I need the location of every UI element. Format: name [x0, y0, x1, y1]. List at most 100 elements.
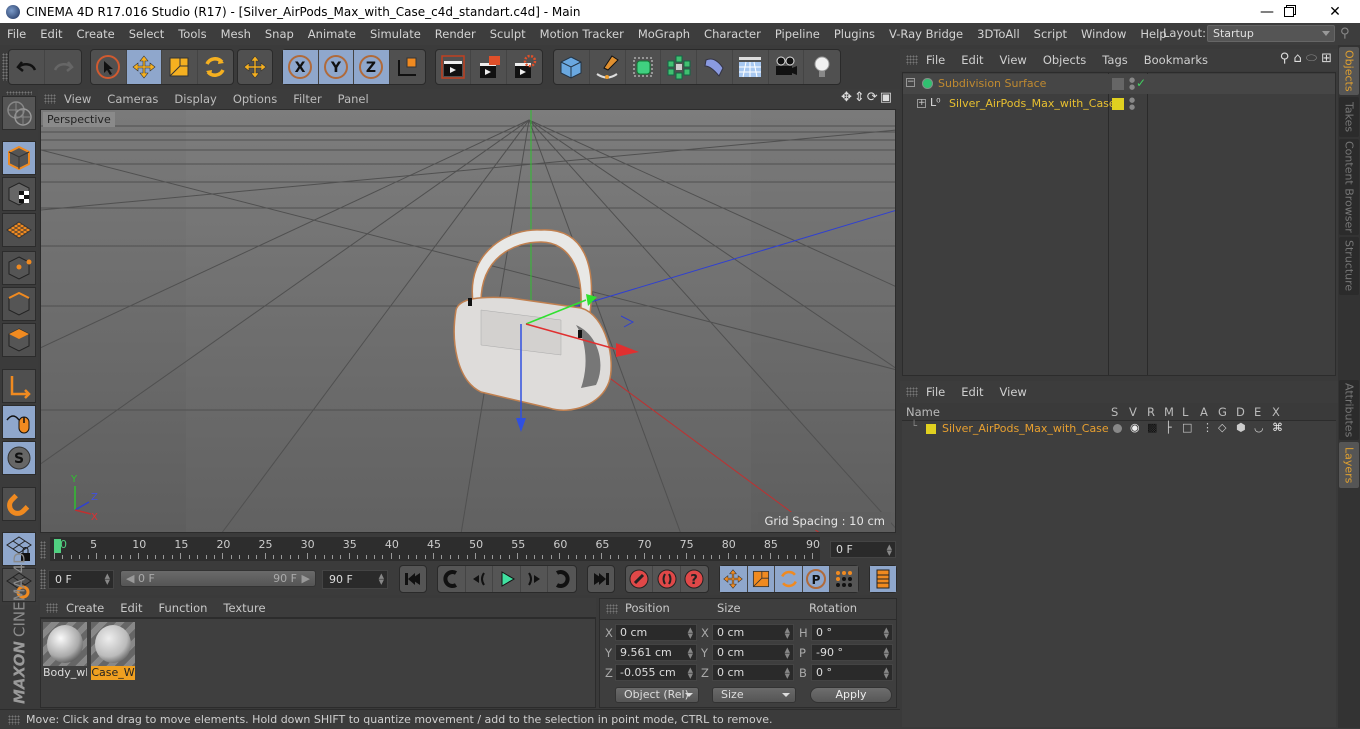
light-button[interactable] [804, 50, 840, 84]
material-menu-texture[interactable]: Texture [215, 601, 273, 615]
column-animation[interactable]: A [1200, 405, 1208, 419]
size-mode-dropdown[interactable]: Size [712, 687, 796, 703]
snapping-button[interactable] [2, 487, 36, 521]
spinner-icon[interactable]: ▲ ▼ [785, 647, 790, 660]
viewport-menu-panel[interactable]: Panel [330, 92, 377, 106]
apply-button[interactable]: Apply [810, 687, 892, 703]
column-name[interactable]: Name [906, 405, 940, 419]
tab-takes[interactable]: Takes [1339, 97, 1359, 137]
lm-menu-view[interactable]: View [992, 385, 1035, 399]
spinner-icon[interactable]: ▲ ▼ [688, 667, 693, 680]
search-icon[interactable]: ⚲ [1280, 51, 1290, 66]
om-menu-objects[interactable]: Objects [1035, 53, 1094, 67]
viewport-menu-display[interactable]: Display [166, 92, 224, 106]
menu-simulate[interactable]: Simulate [363, 27, 428, 41]
position-key-button[interactable] [720, 566, 748, 592]
menu-vray-bridge[interactable]: V-Ray Bridge [882, 27, 970, 41]
menu-character[interactable]: Character [697, 27, 768, 41]
layer-color-icon[interactable] [1112, 98, 1124, 110]
live-selection-button[interactable] [91, 50, 127, 84]
frame-range-slider[interactable]: ◀ 0 F 90 F ▶ [120, 570, 316, 587]
object-row[interactable]: − Subdivision Surface ● ● ✓ [903, 74, 1335, 94]
timeline-window-button[interactable] [870, 566, 896, 592]
polygons-mode-button[interactable] [2, 323, 36, 357]
expression-icon[interactable]: ◡ [1254, 421, 1264, 434]
spinner-icon[interactable]: ▲ ▼ [688, 647, 693, 660]
menu-plugins[interactable]: Plugins [827, 27, 882, 41]
new-window-icon[interactable]: ⊞ [1321, 51, 1332, 66]
spinner-icon[interactable]: ▲ ▼ [884, 627, 889, 640]
spinner-icon[interactable]: ▲ ▼ [887, 544, 892, 557]
viewport-menu-cameras[interactable]: Cameras [99, 92, 166, 106]
tab-layers[interactable]: Layers [1339, 442, 1359, 488]
menu-snap[interactable]: Snap [258, 27, 301, 41]
axis-mode-button[interactable] [2, 369, 36, 403]
menu-3dtoall[interactable]: 3DToAll [970, 27, 1027, 41]
toolbar-grip[interactable] [6, 91, 32, 95]
position-y-field[interactable]: 9.561 cm ▲ ▼ [615, 644, 697, 661]
range-right-arrow-icon[interactable]: ▶ [302, 571, 310, 586]
redo-button[interactable] [45, 50, 81, 84]
layer-color-swatch[interactable] [926, 424, 936, 434]
rotation-key-button[interactable] [775, 566, 803, 592]
material-swatch[interactable]: Body_wl [43, 622, 87, 680]
previous-key-button[interactable] [438, 566, 466, 592]
om-menu-bookmarks[interactable]: Bookmarks [1136, 53, 1216, 67]
keyframe-selection-button[interactable]: ? [681, 566, 708, 592]
spinner-icon[interactable]: ▲ ▼ [785, 667, 790, 680]
menu-pipeline[interactable]: Pipeline [768, 27, 827, 41]
record-button[interactable] [626, 566, 654, 592]
object-name[interactable]: Silver_AirPods_Max_with_Case [949, 94, 1116, 114]
menu-script[interactable]: Script [1027, 27, 1074, 41]
column-solo[interactable]: S [1111, 405, 1118, 419]
panel-grip[interactable] [8, 715, 20, 725]
tweak-mode-button[interactable] [2, 405, 36, 439]
timeline-ruler[interactable]: 0 5 10 15 20 25 30 35 40 45 50 55 60 65 70 75 80 85 90 [50, 537, 820, 561]
position-x-field[interactable]: 0 cm ▲ ▼ [615, 624, 697, 641]
make-editable-button[interactable] [2, 96, 36, 130]
workplane-mode-button[interactable] [2, 213, 36, 247]
spinner-icon[interactable]: ▲ ▼ [884, 647, 889, 660]
unlock-icon[interactable]: □ [1182, 421, 1192, 434]
start-frame-field[interactable]: 0 F ▲ ▼ [48, 570, 114, 589]
spinner-icon[interactable]: ▲ ▼ [105, 573, 110, 586]
rotation-p-field[interactable]: -90 ° ▲ ▼ [811, 644, 893, 661]
visibility-dots-icon[interactable]: ● ● [1129, 97, 1135, 111]
om-menu-tags[interactable]: Tags [1094, 53, 1135, 67]
material-menu-edit[interactable]: Edit [112, 601, 150, 615]
xref-icon[interactable]: ⌘ [1272, 421, 1283, 434]
object-row[interactable]: + L⁰ Silver_AirPods_Max_with_Case ● ● [903, 94, 1335, 114]
move-tool-button[interactable] [126, 50, 162, 84]
column-deformers[interactable]: D [1236, 405, 1245, 419]
model-mode-button[interactable] [2, 141, 36, 175]
render-view-button[interactable] [436, 50, 472, 84]
column-generators[interactable]: G [1218, 405, 1227, 419]
texture-mode-button[interactable] [2, 177, 36, 211]
cloner-button[interactable] [661, 50, 697, 84]
om-menu-edit[interactable]: Edit [953, 53, 991, 67]
hierarchy-icon[interactable]: ├ [1165, 421, 1172, 434]
spinner-icon[interactable]: ▲ ▼ [688, 627, 693, 640]
viewport-menu-filter[interactable]: Filter [285, 92, 329, 106]
rotation-h-field[interactable]: 0 ° ▲ ▼ [811, 624, 893, 641]
column-locked[interactable]: L [1182, 405, 1188, 419]
render-settings-button[interactable] [507, 50, 542, 84]
home-icon[interactable]: ⌂ [1293, 51, 1301, 66]
x-axis-lock-button[interactable]: X [283, 50, 319, 84]
pan-icon[interactable]: ✥ [841, 90, 854, 105]
column-expressions[interactable]: E [1254, 405, 1261, 419]
camera-button[interactable] [769, 50, 805, 84]
generator-icon[interactable]: ◇ [1218, 421, 1226, 434]
menu-create[interactable]: Create [70, 27, 122, 41]
size-y-field[interactable]: 0 cm ▲ ▼ [712, 644, 794, 661]
panel-grip[interactable] [606, 604, 618, 614]
viewport-menu-view[interactable]: View [56, 92, 99, 106]
deformer-icon[interactable]: ⬢ [1236, 421, 1246, 434]
next-key-button[interactable] [548, 566, 576, 592]
tab-objects[interactable]: Objects [1339, 47, 1359, 95]
menu-motion-tracker[interactable]: Motion Tracker [533, 27, 631, 41]
layer-row[interactable]: └ Silver_AirPods_Max_with_Case ◉ ▩ ├ □ ⋮… [902, 421, 1334, 437]
eye-icon[interactable]: ◉ [1130, 421, 1140, 434]
om-menu-view[interactable]: View [992, 53, 1035, 67]
autokey-button[interactable] [653, 566, 681, 592]
